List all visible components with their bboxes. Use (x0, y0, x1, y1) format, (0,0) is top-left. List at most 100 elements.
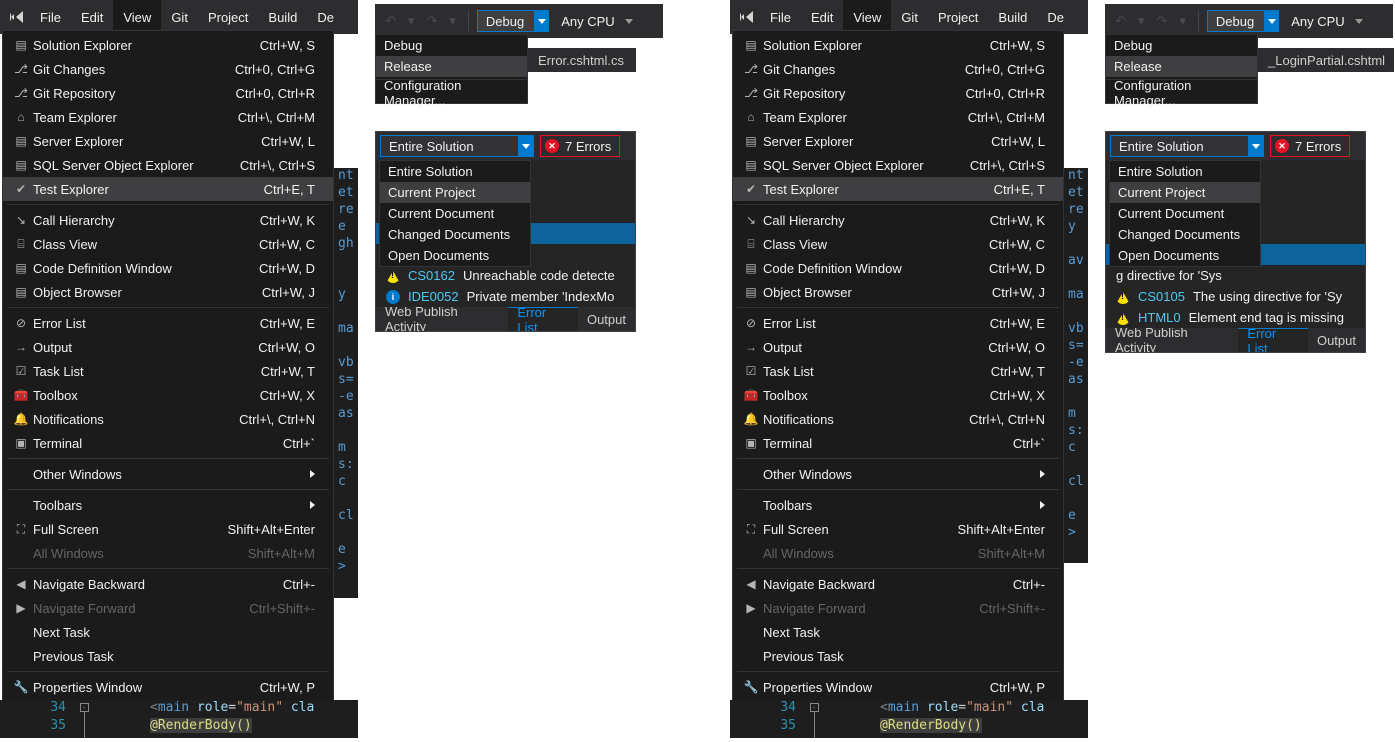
doc-tab[interactable]: Error.cshtml.cs (528, 48, 636, 72)
scope-option-entire-solution[interactable]: Entire Solution (1110, 161, 1260, 182)
platform-combo[interactable]: Any CPU (553, 10, 636, 32)
config-option-debug[interactable]: Debug (376, 35, 527, 56)
error-row[interactable]: CS0162Unreachable code detecte (376, 265, 635, 286)
error-row[interactable]: iIDE0052Private member 'IndexMo (376, 286, 635, 307)
scope-option-open-documents[interactable]: Open Documents (1110, 245, 1260, 266)
scope-option-entire-solution[interactable]: Entire Solution (380, 161, 530, 182)
scope-option-current-document[interactable]: Current Document (380, 203, 530, 224)
view-item-server-explorer[interactable]: ▤Server ExplorerCtrl+W, L (733, 129, 1063, 153)
view-item-toolbars[interactable]: Toolbars (733, 493, 1063, 517)
menu-project[interactable]: Project (198, 0, 258, 34)
error-code[interactable]: CS0105 (1138, 289, 1185, 304)
view-item-git-changes[interactable]: ⎇Git ChangesCtrl+0, Ctrl+G (3, 57, 333, 81)
tab-error-list[interactable]: Error List (1238, 328, 1308, 352)
undo-icon[interactable]: ↶ (1111, 10, 1130, 32)
scope-combo[interactable]: Entire Solution (1110, 135, 1264, 157)
redo-icon[interactable]: ↷ (422, 10, 441, 32)
view-item-output[interactable]: →OutputCtrl+W, O (3, 335, 333, 359)
tab-web-publish[interactable]: Web Publish Activity (1106, 328, 1238, 352)
errors-badge[interactable]: ✕ 7 Errors (540, 135, 620, 157)
errors-badge[interactable]: ✕ 7 Errors (1270, 135, 1350, 157)
view-item-toolbox[interactable]: 🧰ToolboxCtrl+W, X (3, 383, 333, 407)
redo-chevron-icon[interactable]: ▾ (1175, 10, 1190, 32)
view-item-task-list[interactable]: ☑Task ListCtrl+W, T (733, 359, 1063, 383)
view-item-git-repository[interactable]: ⎇Git RepositoryCtrl+0, Ctrl+R (733, 81, 1063, 105)
view-item-navigate-backward[interactable]: ◀Navigate BackwardCtrl+- (3, 572, 333, 596)
view-item-class-view[interactable]: ⌸Class ViewCtrl+W, C (733, 232, 1063, 256)
config-option-release[interactable]: Release (376, 56, 527, 77)
menu-project[interactable]: Project (928, 0, 988, 34)
view-item-task-list[interactable]: ☑Task ListCtrl+W, T (3, 359, 333, 383)
config-dropdown[interactable]: Debug Release Configuration Manager... (1105, 34, 1258, 104)
config-option-release[interactable]: Release (1106, 56, 1257, 77)
view-item-solution-explorer[interactable]: ▤Solution ExplorerCtrl+W, S (733, 33, 1063, 57)
scope-option-open-documents[interactable]: Open Documents (380, 245, 530, 266)
menu-debug[interactable]: De (1037, 0, 1074, 34)
view-item-server-explorer[interactable]: ▤Server ExplorerCtrl+W, L (3, 129, 333, 153)
menu-build[interactable]: Build (258, 0, 307, 34)
view-item-error-list[interactable]: ⊘Error ListCtrl+W, E (733, 311, 1063, 335)
view-item-team-explorer[interactable]: ⌂Team ExplorerCtrl+\, Ctrl+M (3, 105, 333, 129)
view-item-terminal[interactable]: ▣TerminalCtrl+` (733, 431, 1063, 455)
view-item-full-screen[interactable]: ⛶Full ScreenShift+Alt+Enter (3, 517, 333, 541)
view-menu-dropdown[interactable]: ▤Solution ExplorerCtrl+W, S⎇Git ChangesC… (2, 30, 334, 726)
view-item-full-screen[interactable]: ⛶Full ScreenShift+Alt+Enter (733, 517, 1063, 541)
error-code[interactable]: IDE0052 (408, 289, 459, 304)
error-code[interactable]: HTML0 (1138, 310, 1181, 325)
undo-chevron-icon[interactable]: ▾ (1134, 10, 1149, 32)
error-row[interactable]: HTML0Element end tag is missing (1106, 307, 1365, 328)
scope-option-current-document[interactable]: Current Document (1110, 203, 1260, 224)
scope-combo[interactable]: Entire Solution (380, 135, 534, 157)
view-item-git-repository[interactable]: ⎇Git RepositoryCtrl+0, Ctrl+R (3, 81, 333, 105)
tab-web-publish[interactable]: Web Publish Activity (376, 307, 508, 331)
scope-option-changed-documents[interactable]: Changed Documents (380, 224, 530, 245)
menu-edit[interactable]: Edit (801, 0, 843, 34)
view-item-test-explorer[interactable]: ✔Test ExplorerCtrl+E, T (733, 177, 1063, 201)
menu-view[interactable]: View (843, 0, 891, 34)
undo-icon[interactable]: ↶ (381, 10, 400, 32)
view-item-code-definition-window[interactable]: ▤Code Definition WindowCtrl+W, D (733, 256, 1063, 280)
view-item-previous-task[interactable]: Previous Task (3, 644, 333, 668)
menu-file[interactable]: File (760, 0, 801, 34)
view-item-call-hierarchy[interactable]: ↘Call HierarchyCtrl+W, K (3, 208, 333, 232)
redo-icon[interactable]: ↷ (1152, 10, 1171, 32)
view-item-code-definition-window[interactable]: ▤Code Definition WindowCtrl+W, D (3, 256, 333, 280)
config-combo[interactable]: Debug (1207, 10, 1279, 32)
view-item-toolbars[interactable]: Toolbars (3, 493, 333, 517)
view-item-next-task[interactable]: Next Task (733, 620, 1063, 644)
config-option-manager[interactable]: Configuration Manager... (376, 82, 527, 103)
menu-file[interactable]: File (30, 0, 71, 34)
config-combo[interactable]: Debug (477, 10, 549, 32)
menu-git[interactable]: Git (161, 0, 198, 34)
view-item-call-hierarchy[interactable]: ↘Call HierarchyCtrl+W, K (733, 208, 1063, 232)
error-text-row[interactable]: g directive for 'Sys (1106, 265, 1365, 286)
view-item-properties-window[interactable]: 🔧Properties WindowCtrl+W, P (3, 675, 333, 699)
scope-option-current-project[interactable]: Current Project (1110, 182, 1260, 203)
tab-error-list[interactable]: Error List (508, 307, 578, 331)
menu-edit[interactable]: Edit (71, 0, 113, 34)
undo-chevron-icon[interactable]: ▾ (404, 10, 419, 32)
view-item-sql-server-object-explorer[interactable]: ▤SQL Server Object ExplorerCtrl+\, Ctrl+… (733, 153, 1063, 177)
tab-output[interactable]: Output (578, 307, 635, 331)
view-item-all-windows[interactable]: All WindowsShift+Alt+M (733, 541, 1063, 565)
view-item-navigate-forward[interactable]: ▶Navigate ForwardCtrl+Shift+- (733, 596, 1063, 620)
view-item-git-changes[interactable]: ⎇Git ChangesCtrl+0, Ctrl+G (733, 57, 1063, 81)
view-item-error-list[interactable]: ⊘Error ListCtrl+W, E (3, 311, 333, 335)
menu-git[interactable]: Git (891, 0, 928, 34)
scope-option-current-project[interactable]: Current Project (380, 182, 530, 203)
view-item-other-windows[interactable]: Other Windows (733, 462, 1063, 486)
view-item-class-view[interactable]: ⌸Class ViewCtrl+W, C (3, 232, 333, 256)
view-item-all-windows[interactable]: All WindowsShift+Alt+M (3, 541, 333, 565)
config-dropdown[interactable]: Debug Release Configuration Manager... (375, 34, 528, 104)
view-item-navigate-forward[interactable]: ▶Navigate ForwardCtrl+Shift+- (3, 596, 333, 620)
config-option-manager[interactable]: Configuration Manager... (1106, 82, 1257, 103)
redo-chevron-icon[interactable]: ▾ (445, 10, 460, 32)
scope-dropdown[interactable]: Entire SolutionCurrent ProjectCurrent Do… (379, 160, 531, 267)
view-item-navigate-backward[interactable]: ◀Navigate BackwardCtrl+- (733, 572, 1063, 596)
view-item-terminal[interactable]: ▣TerminalCtrl+` (3, 431, 333, 455)
view-item-sql-server-object-explorer[interactable]: ▤SQL Server Object ExplorerCtrl+\, Ctrl+… (3, 153, 333, 177)
view-item-object-browser[interactable]: ▤Object BrowserCtrl+W, J (3, 280, 333, 304)
view-item-other-windows[interactable]: Other Windows (3, 462, 333, 486)
config-option-debug[interactable]: Debug (1106, 35, 1257, 56)
view-menu-dropdown[interactable]: ▤Solution ExplorerCtrl+W, S⎇Git ChangesC… (732, 30, 1064, 726)
